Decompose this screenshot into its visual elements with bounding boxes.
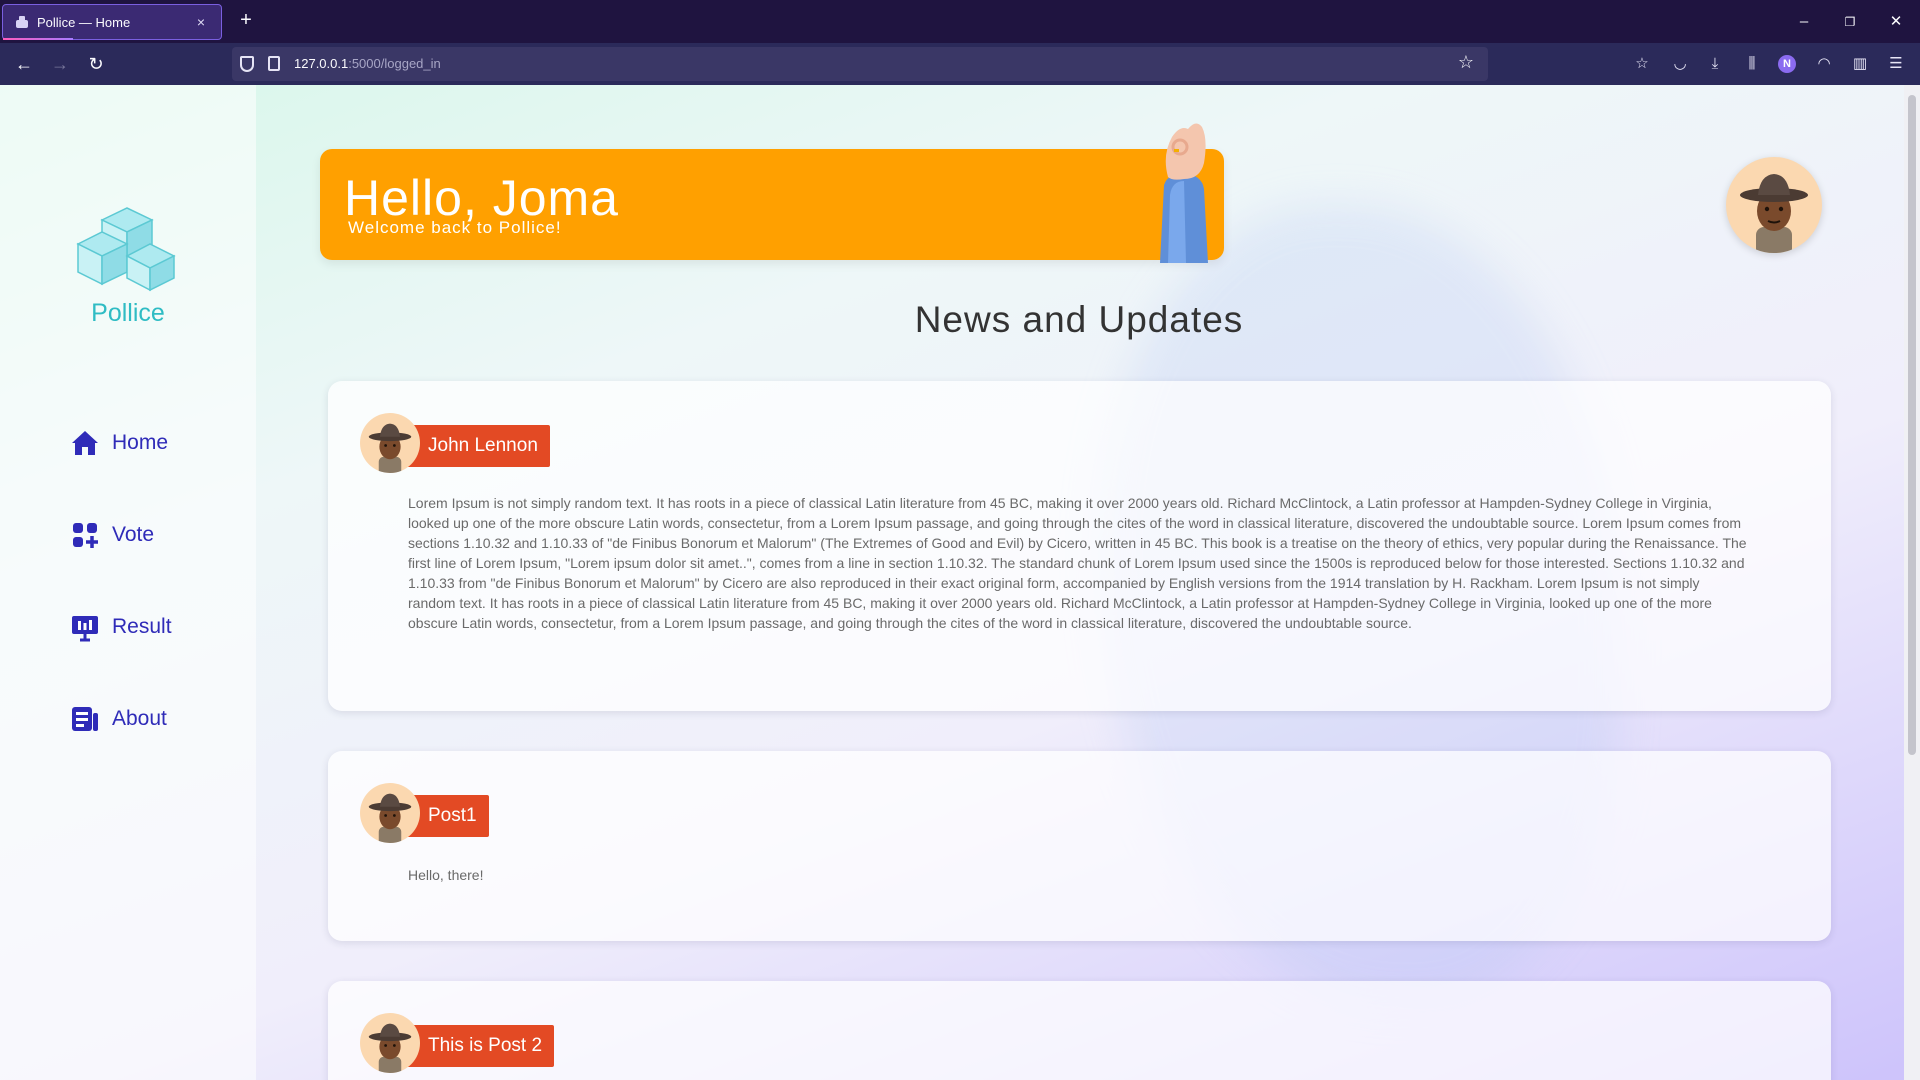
pocket-icon[interactable]: ◡ xyxy=(1668,52,1692,76)
result-icon xyxy=(72,616,98,642)
vote-icon xyxy=(73,523,98,548)
post-card: This is Post 2 xyxy=(328,981,1831,1080)
post-body: Lorem Ipsum is not simply random text. I… xyxy=(408,495,1747,631)
post-body: Hello, there! xyxy=(408,867,484,883)
new-tab-button[interactable]: + xyxy=(236,10,256,30)
download-icon[interactable]: ⤓ xyxy=(1703,52,1727,76)
page-scrollbar[interactable] xyxy=(1904,85,1920,1080)
back-arrow-icon[interactable]: ← xyxy=(12,52,36,76)
avatar-cowboy-icon xyxy=(368,1023,412,1073)
brand-name: Pollice xyxy=(91,299,165,327)
tab-close-icon[interactable]: × xyxy=(193,14,209,30)
account-icon[interactable]: N xyxy=(1778,55,1796,73)
sidebar-item-label: Result xyxy=(112,615,172,638)
ok-hand-illustration-icon xyxy=(1160,123,1208,263)
post-author-avatar xyxy=(360,413,420,473)
sidebar-item-home[interactable]: Home xyxy=(70,425,230,461)
avatar-cowboy-icon xyxy=(368,423,412,473)
reload-icon[interactable]: ↻ xyxy=(84,52,108,76)
library-icon[interactable]: ⫼ xyxy=(1740,52,1764,76)
extension-grid-icon[interactable]: ▥ xyxy=(1848,52,1872,76)
section-title: News and Updates xyxy=(914,299,1244,340)
post-card: Post1 Hello, there! xyxy=(328,751,1831,941)
post-author-avatar xyxy=(360,1013,420,1073)
bookmark-star-icon[interactable]: ☆ xyxy=(1458,52,1474,73)
tab-loading-indicator xyxy=(3,38,73,40)
pocket-save-icon[interactable]: ☆ xyxy=(1630,52,1654,76)
shield-icon[interactable] xyxy=(240,56,254,72)
browser-tab-bar: Pollice — Home × + – ❐ ✕ xyxy=(0,0,1920,43)
post-author-name[interactable]: This is Post 2 xyxy=(406,1025,555,1067)
home-icon xyxy=(72,431,98,455)
browser-tab[interactable]: Pollice — Home × xyxy=(2,4,222,40)
url-path: :5000/logged_in xyxy=(348,56,441,71)
greeting-subtitle: Welcome back to Pollice! xyxy=(348,218,562,237)
sidebar: Pollice Home Vote Result About xyxy=(0,85,256,1080)
user-avatar[interactable] xyxy=(1726,157,1822,253)
sidebar-item-label: About xyxy=(112,707,167,730)
url-text[interactable]: 127.0.0.1:5000/logged_in xyxy=(294,56,441,71)
site-favicon-icon xyxy=(15,16,29,28)
browser-nav-bar: ← → ↻ 127.0.0.1:5000/logged_in ☆ ☆ ◡ ⤓ ⫼… xyxy=(0,43,1920,85)
address-bar[interactable]: 127.0.0.1:5000/logged_in ☆ xyxy=(232,47,1488,81)
scrollbar-thumb[interactable] xyxy=(1908,95,1916,755)
restore-button[interactable]: ❐ xyxy=(1838,10,1862,34)
forward-arrow-icon[interactable]: → xyxy=(48,52,72,76)
window-close-button[interactable]: ✕ xyxy=(1884,10,1908,34)
sidebar-item-label: Vote xyxy=(112,523,155,546)
post-card: John Lennon Lorem Ipsum is not simply ra… xyxy=(328,381,1831,711)
tab-title: Pollice — Home xyxy=(37,14,131,30)
url-host: 127.0.0.1 xyxy=(294,56,349,71)
sidebar-item-vote[interactable]: Vote xyxy=(70,517,230,553)
about-icon xyxy=(72,707,98,731)
menu-hamburger-icon[interactable]: ☰ xyxy=(1884,52,1908,76)
extension-icon[interactable]: ◠ xyxy=(1812,52,1836,76)
post-author-avatar xyxy=(360,783,420,843)
sidebar-item-about[interactable]: About xyxy=(70,701,230,737)
sidebar-item-result[interactable]: Result xyxy=(70,609,230,645)
minimize-button[interactable]: – xyxy=(1792,10,1816,34)
post-author-name[interactable]: John Lennon xyxy=(406,425,550,467)
cubes-logo-icon xyxy=(76,207,176,292)
avatar-cowboy-icon xyxy=(1740,174,1808,253)
welcome-banner: Hello, Joma Welcome back to Pollice! xyxy=(320,149,1224,260)
sidebar-item-label: Home xyxy=(112,431,169,454)
page-viewport: Pollice Home Vote Result About Hello, Jo… xyxy=(0,85,1920,1080)
avatar-cowboy-icon xyxy=(368,793,412,843)
page-icon[interactable] xyxy=(268,56,280,71)
